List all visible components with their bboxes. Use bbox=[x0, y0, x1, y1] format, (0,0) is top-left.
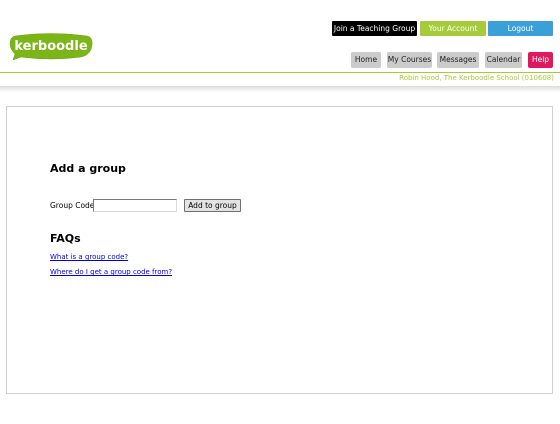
nav-home-button[interactable]: Home bbox=[351, 52, 381, 68]
header-divider bbox=[0, 72, 560, 73]
kerboodle-logo: kerboodle bbox=[9, 33, 93, 61]
nav-calendar-button[interactable]: Calendar bbox=[485, 52, 522, 68]
logout-button[interactable]: Logout bbox=[488, 21, 553, 36]
group-code-input[interactable] bbox=[93, 199, 177, 212]
join-teaching-group-button[interactable]: Join a Teaching Group bbox=[332, 21, 417, 36]
add-to-group-button[interactable]: Add to group bbox=[184, 199, 241, 212]
nav-help-button[interactable]: Help bbox=[528, 52, 553, 68]
nav-messages-button[interactable]: Messages bbox=[437, 52, 479, 68]
faq-link-where-get-group-code[interactable]: Where do I get a group code from? bbox=[50, 268, 172, 276]
content-panel bbox=[6, 106, 553, 394]
nav-my-courses-button[interactable]: My Courses bbox=[387, 52, 432, 68]
faq-title: FAQs bbox=[50, 232, 81, 245]
page-title: Add a group bbox=[50, 162, 126, 175]
user-info: Robin Hood, The Kerboodle School (010608… bbox=[399, 74, 554, 82]
faq-link-what-is-group-code[interactable]: What is a group code? bbox=[50, 253, 128, 261]
header-shadow bbox=[0, 86, 560, 92]
logo-text: kerboodle bbox=[14, 39, 87, 54]
your-account-button[interactable]: Your Account bbox=[420, 21, 486, 36]
group-code-label: Group Code: bbox=[50, 201, 97, 210]
